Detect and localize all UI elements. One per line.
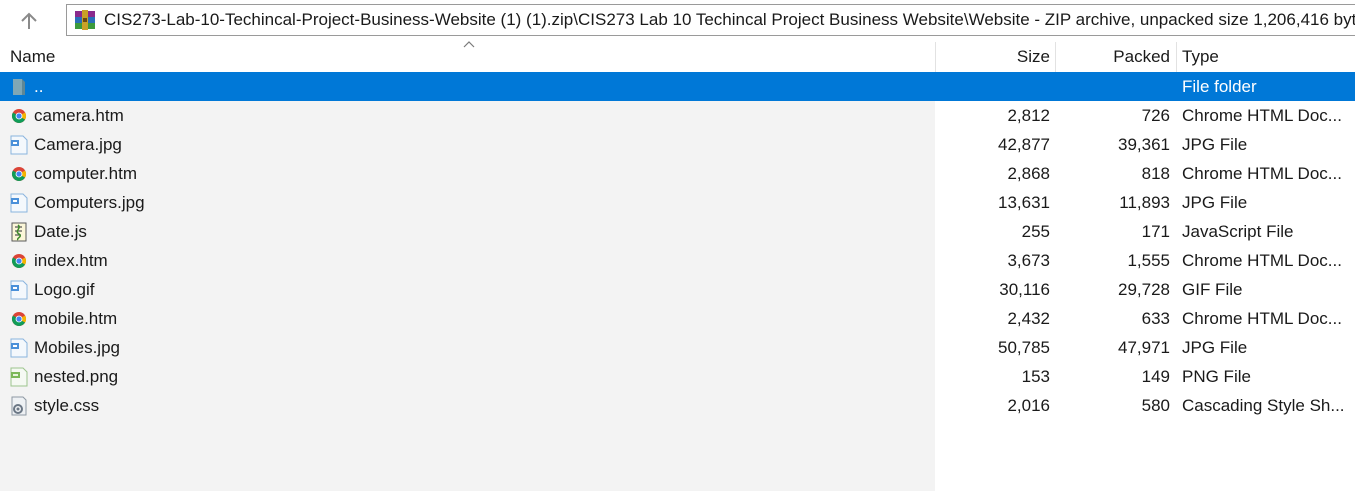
file-size: 2,868 (1007, 164, 1050, 183)
file-type: Chrome HTML Doc... (1182, 106, 1342, 125)
file-packed-size (1060, 72, 1170, 101)
file-list[interactable]: Name Size Packed Type .. File folder camer… (0, 41, 1355, 491)
column-header-packed[interactable]: Packed (1060, 42, 1170, 72)
file-packed-size: 633 (1141, 309, 1170, 328)
file-packed-size: 11,893 (1119, 193, 1170, 212)
file-type: JPG File (1182, 338, 1248, 357)
file-type: JavaScript File (1182, 222, 1294, 241)
file-size: 3,673 (1007, 251, 1050, 270)
file-type: Chrome HTML Doc... (1182, 164, 1342, 183)
script-file-icon (11, 222, 27, 242)
css-file-icon (11, 396, 27, 416)
file-type: File folder (1182, 77, 1257, 96)
folder-icon (13, 79, 25, 95)
file-size: 2,812 (1007, 106, 1050, 125)
file-size: 255 (1021, 222, 1050, 241)
column-divider[interactable] (1176, 42, 1177, 72)
file-name: Camera.jpg (34, 135, 122, 154)
file-packed-size: 726 (1141, 106, 1170, 125)
file-row[interactable]: mobile.htm 2,432 633 Chrome HTML Doc... (0, 304, 1355, 333)
file-row[interactable]: Date.js 255 171 JavaScript File (0, 217, 1355, 246)
file-row[interactable]: camera.htm 2,812 726 Chrome HTML Doc... (0, 101, 1355, 130)
column-header: Name Size Packed Type (0, 41, 1355, 72)
image-file-icon (10, 135, 28, 155)
file-packed-size: 29,728 (1118, 280, 1170, 299)
file-row[interactable]: computer.htm 2,868 818 Chrome HTML Doc... (0, 159, 1355, 188)
column-header-type[interactable]: Type (1182, 42, 1352, 72)
file-size: 2,016 (1007, 396, 1050, 415)
image-file-icon (10, 280, 28, 300)
sort-ascending-icon (463, 41, 475, 48)
file-packed-size: 47,971 (1118, 338, 1170, 357)
chrome-icon (12, 109, 26, 123)
file-name: Mobiles.jpg (34, 338, 120, 357)
file-type: Cascading Style Sh... (1182, 396, 1345, 415)
file-packed-size: 580 (1141, 396, 1170, 415)
file-type: JPG File (1182, 135, 1248, 154)
file-type: PNG File (1182, 367, 1251, 386)
file-name: computer.htm (34, 164, 137, 183)
file-name: Date.js (34, 222, 87, 241)
file-row[interactable]: Computers.jpg 13,631 11,893 JPG File (0, 188, 1355, 217)
file-size: 30,116 (999, 280, 1050, 299)
file-size: 153 (1021, 367, 1050, 386)
chrome-icon (12, 167, 26, 181)
file-size (940, 72, 1050, 101)
file-type: JPG File (1182, 193, 1248, 212)
file-size: 50,785 (998, 338, 1050, 357)
file-packed-size: 39,361 (1118, 135, 1170, 154)
address-toolbar: CIS273-Lab-10-Techincal-Project-Business… (0, 0, 1355, 42)
png-file-icon (10, 367, 28, 387)
parent-folder-row[interactable]: .. File folder (0, 72, 1355, 101)
file-name: mobile.htm (34, 309, 118, 328)
file-row[interactable]: style.css 2,016 580 Cascading Style Sh... (0, 391, 1355, 420)
file-name: Logo.gif (34, 280, 95, 299)
chrome-icon (12, 254, 26, 268)
file-row[interactable]: nested.png 153 149 PNG File (0, 362, 1355, 391)
image-file-icon (10, 193, 28, 213)
file-name: camera.htm (34, 106, 124, 125)
image-file-icon (10, 338, 28, 358)
file-row[interactable]: Logo.gif 30,116 29,728 GIF File (0, 275, 1355, 304)
arrow-up-icon (21, 12, 37, 29)
file-name: Computers.jpg (34, 193, 145, 212)
file-packed-size: 171 (1141, 222, 1170, 241)
file-size: 2,432 (1007, 309, 1050, 328)
file-row[interactable]: Mobiles.jpg 50,785 47,971 JPG File (0, 333, 1355, 362)
file-row[interactable]: index.htm 3,673 1,555 Chrome HTML Doc... (0, 246, 1355, 275)
file-size: 13,631 (998, 193, 1050, 212)
winrar-archive-icon (75, 10, 95, 30)
file-type: GIF File (1182, 280, 1243, 299)
file-name: index.htm (34, 251, 108, 270)
file-row[interactable]: Camera.jpg 42,877 39,361 JPG File (0, 130, 1355, 159)
file-type: Chrome HTML Doc... (1182, 251, 1342, 270)
column-header-size[interactable]: Size (940, 42, 1050, 72)
file-packed-size: 1,555 (1127, 251, 1170, 270)
file-size: 42,877 (998, 135, 1050, 154)
file-name: style.css (34, 396, 100, 415)
file-name: nested.png (34, 367, 119, 386)
up-one-level-button[interactable] (6, 4, 52, 38)
address-bar[interactable]: CIS273-Lab-10-Techincal-Project-Business… (66, 4, 1355, 36)
file-type: Chrome HTML Doc... (1182, 309, 1342, 328)
file-name: .. (34, 77, 44, 96)
column-divider[interactable] (1055, 42, 1056, 72)
column-divider[interactable] (935, 42, 936, 72)
file-packed-size: 149 (1141, 367, 1170, 386)
archive-path: CIS273-Lab-10-Techincal-Project-Business… (104, 10, 1355, 29)
file-packed-size: 818 (1141, 164, 1170, 183)
chrome-icon (12, 312, 26, 326)
